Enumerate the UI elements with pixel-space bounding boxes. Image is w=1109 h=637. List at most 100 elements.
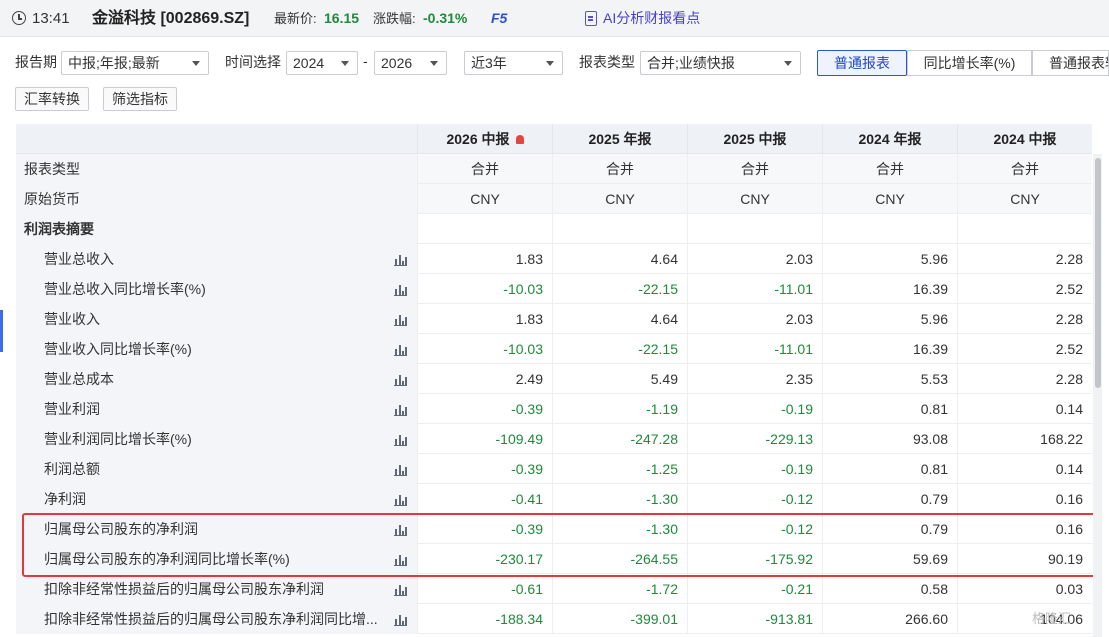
change-label: 涨跌幅:: [373, 11, 416, 26]
tab-normal-report[interactable]: 普通报表: [817, 50, 907, 76]
table-row[interactable]: 营业收入 1.83 4.64 2.03 5.96 2.28: [16, 304, 1092, 334]
row-label: 利润总额: [44, 461, 100, 477]
column-header[interactable]: 2024 年报: [822, 124, 957, 154]
ai-report-icon[interactable]: [585, 11, 597, 26]
table-cell: CNY: [957, 184, 1092, 214]
row-label-cell: 报表类型: [16, 154, 417, 184]
column-header[interactable]: 2025 年报: [552, 124, 687, 154]
table-cell: [687, 214, 822, 244]
table-cell: 5.49: [552, 364, 687, 394]
table-cell: 16.39: [822, 274, 957, 304]
table-cell: 2.28: [957, 244, 1092, 274]
table-cell: 4.64: [552, 244, 687, 274]
table-cell: -0.12: [687, 484, 822, 514]
row-label: 扣除非经常性损益后的归属母公司股东净利润同比增...: [44, 611, 378, 627]
tab-yoy-growth[interactable]: 同比增长率(%): [907, 50, 1032, 76]
f5-button[interactable]: F5: [491, 0, 507, 37]
scrollbar-thumb[interactable]: [1095, 158, 1101, 388]
year-from-value: 2024: [293, 55, 325, 71]
table-cell: 2.49: [417, 364, 552, 394]
filter-indicators-button[interactable]: 筛选指标: [103, 87, 177, 111]
ai-analysis-link[interactable]: AI分析财报看点: [603, 0, 700, 37]
bar-chart-icon[interactable]: [394, 463, 407, 476]
bar-chart-icon[interactable]: [394, 373, 407, 386]
table-row[interactable]: 扣除非经常性损益后的归属母公司股东净利润同比增... -188.34 -399.01…: [16, 604, 1092, 634]
table-cell: 2.52: [957, 334, 1092, 364]
period-select-value: 中报;年报;最新: [68, 55, 160, 71]
table-cell: 0.58: [822, 574, 957, 604]
table-cell: 合并: [687, 154, 822, 184]
report-type-value: 合并;业绩快报: [647, 55, 735, 71]
table-cell: 合并: [957, 154, 1092, 184]
table-cell: CNY: [552, 184, 687, 214]
table-cell: -913.81: [687, 604, 822, 634]
chevron-down-icon: [430, 61, 438, 66]
table-cell: -10.03: [417, 274, 552, 304]
bar-chart-icon[interactable]: [394, 253, 407, 266]
table-cell: -11.01: [687, 274, 822, 304]
table-row[interactable]: 营业利润同比增长率(%) -109.49 -247.28 -229.13 93.08 16…: [16, 424, 1092, 454]
bar-chart-icon[interactable]: [394, 613, 407, 626]
table-row[interactable]: 利润表摘要: [16, 214, 1092, 244]
bar-chart-icon[interactable]: [394, 493, 407, 506]
bar-chart-icon[interactable]: [394, 283, 407, 296]
row-label-cell: 净利润: [16, 484, 417, 514]
table-cell: -229.13: [687, 424, 822, 454]
tab-normal-report-convert[interactable]: 普通报表转: [1032, 50, 1109, 76]
row-label: 营业利润: [44, 401, 100, 417]
table-cell: -10.03: [417, 334, 552, 364]
header-label-cell: [16, 124, 417, 154]
row-label: 净利润: [44, 491, 86, 507]
period-select[interactable]: 中报;年报;最新: [61, 51, 209, 75]
currency-convert-button[interactable]: 汇率转换: [15, 87, 89, 111]
table-cell: -109.49: [417, 424, 552, 454]
range-select-value: 近3年: [471, 55, 507, 71]
bar-chart-icon[interactable]: [394, 313, 407, 326]
table-cell: -0.61: [417, 574, 552, 604]
table-cell: 0.14: [957, 394, 1092, 424]
table-cell: 1.83: [417, 244, 552, 274]
table-row[interactable]: 营业利润 -0.39 -1.19 -0.19 0.81 0.14: [16, 394, 1092, 424]
bar-chart-icon[interactable]: [394, 433, 407, 446]
table-cell: 1.83: [417, 304, 552, 334]
column-header[interactable]: 2026 中报: [417, 124, 552, 154]
table-row[interactable]: 营业总收入 1.83 4.64 2.03 5.96 2.28: [16, 244, 1092, 274]
table-row[interactable]: 净利润 -0.41 -1.30 -0.12 0.79 0.16: [16, 484, 1092, 514]
table-cell: 5.53: [822, 364, 957, 394]
report-type-select[interactable]: 合并;业绩快报: [640, 51, 801, 75]
table-cell: 16.39: [822, 334, 957, 364]
action-row: 汇率转换 筛选指标: [0, 87, 1109, 113]
table-row[interactable]: 利润总额 -0.39 -1.25 -0.19 0.81 0.14: [16, 454, 1092, 484]
bar-chart-icon[interactable]: [394, 403, 407, 416]
table-cell: 0.16: [957, 484, 1092, 514]
range-select[interactable]: 近3年: [464, 51, 563, 75]
row-label-cell: 营业利润同比增长率(%): [16, 424, 417, 454]
row-label: 营业总收入同比增长率(%): [44, 281, 206, 297]
table-row[interactable]: 营业收入同比增长率(%) -10.03 -22.15 -11.01 16.39 2.52: [16, 334, 1092, 364]
table-row[interactable]: 营业总收入同比增长率(%) -10.03 -22.15 -11.01 16.39 2.52: [16, 274, 1092, 304]
table-cell: 0.14: [957, 454, 1092, 484]
bar-chart-icon[interactable]: [394, 583, 407, 596]
table-row[interactable]: 报表类型 合并 合并 合并 合并 合并: [16, 154, 1092, 184]
time-display: 13:41: [32, 10, 70, 27]
table-cell: 2.03: [687, 304, 822, 334]
row-label-cell: 营业总收入同比增长率(%): [16, 274, 417, 304]
table-cell: 168.22: [957, 424, 1092, 454]
column-header[interactable]: 2025 中报: [687, 124, 822, 154]
year-to-value: 2026: [381, 55, 413, 71]
table-cell: 93.08: [822, 424, 957, 454]
row-label: 营业利润同比增长率(%): [44, 431, 192, 447]
stock-title: 金溢科技 [002869.SZ]: [92, 10, 250, 27]
table-row[interactable]: 原始货币 CNY CNY CNY CNY CNY: [16, 184, 1092, 214]
bar-chart-icon[interactable]: [394, 343, 407, 356]
row-label: 扣除非经常性损益后的归属母公司股东净利润: [44, 581, 324, 597]
table-row[interactable]: 营业总成本 2.49 5.49 2.35 5.53 2.28: [16, 364, 1092, 394]
year-to-select[interactable]: 2026: [374, 51, 447, 75]
column-header[interactable]: 2024 中报: [957, 124, 1092, 154]
year-from-select[interactable]: 2024: [286, 51, 358, 75]
table-row[interactable]: 扣除非经常性损益后的归属母公司股东净利润 -0.61 -1.72 -0.21 0.58 0…: [16, 574, 1092, 604]
table-cell: 2.28: [957, 304, 1092, 334]
table-cell: [822, 214, 957, 244]
row-label: 原始货币: [24, 191, 80, 207]
table-cell: 5.96: [822, 244, 957, 274]
